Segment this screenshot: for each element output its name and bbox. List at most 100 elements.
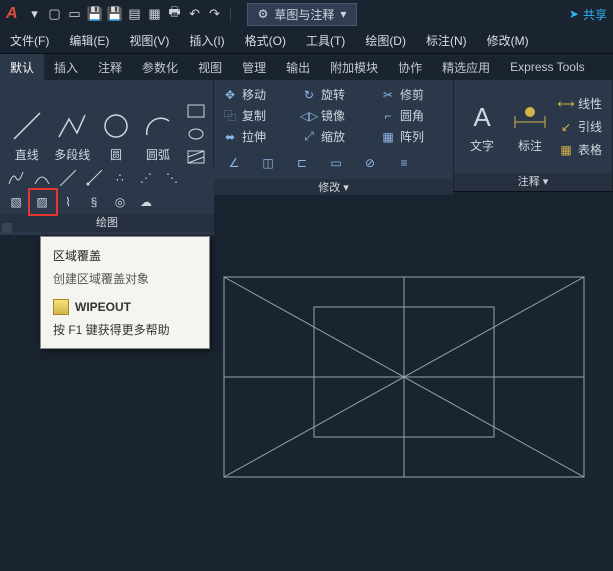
scale-icon: ⤢ [301,129,317,145]
ribbon-tab-bar: 默认 插入 注释 参数化 视图 管理 输出 附加模块 协作 精选应用 Expre… [0,54,613,80]
spline-cv-icon[interactable] [34,170,50,186]
stretch-icon: ⬌ [222,129,238,145]
open-file-icon[interactable]: ▭ [66,5,84,23]
move-button[interactable]: ✥移动 [222,86,287,103]
circle-button[interactable]: 圆 [99,108,133,163]
chevron-down-icon: ▾ [340,7,346,21]
tab-manage[interactable]: 管理 [232,54,276,80]
tab-featured[interactable]: 精选应用 [432,54,500,80]
break-icon[interactable]: ⊘ [358,153,382,173]
stretch-button[interactable]: ⬌拉伸 [222,128,287,145]
saveas-icon[interactable]: 💾 [106,5,124,23]
line-button[interactable]: 直线 [8,108,46,163]
fillet-button[interactable]: ⌐圆角 [380,107,445,124]
quick-access-toolbar: A ▾ ▢ ▭ 💾 💾 ▤ ▦ 🖶 ↶ ↷ ⚙ 草图与注释 ▾ ➤ 共享 [0,0,613,28]
workspace-selector[interactable]: ⚙ 草图与注释 ▾ [247,3,358,26]
donut-icon[interactable]: ◎ [112,194,128,210]
share-button[interactable]: ➤ 共享 [569,6,607,23]
ray-icon[interactable] [86,170,102,186]
table-button[interactable]: ▦表格 [558,141,602,158]
xline-icon[interactable] [60,170,76,186]
menu-view[interactable]: 视图(V) [129,32,169,49]
join-icon[interactable]: ≡ [392,153,416,173]
tab-addins[interactable]: 附加模块 [320,54,388,80]
menu-edit[interactable]: 编辑(E) [69,32,109,49]
leader-icon: ↙ [558,119,574,135]
ellipse-icon[interactable] [187,127,205,144]
workspace-label: 草图与注释 [274,6,334,23]
hatch-icon[interactable] [187,150,205,167]
drawing-canvas[interactable] [214,272,594,492]
polyline-button[interactable]: 多段线 [54,108,92,163]
arc-button[interactable]: 圆弧 [141,108,175,163]
scale-button[interactable]: ⤢缩放 [301,128,366,145]
offset-icon[interactable]: ⊏ [290,153,314,173]
leader-label: 引线 [578,118,602,135]
gear-icon: ⚙ [258,7,269,21]
scale-label: 缩放 [321,128,345,145]
undo-icon[interactable]: ↶ [186,5,204,23]
rectangle-icon[interactable] [187,104,205,121]
text-button[interactable]: A 文字 [462,99,502,154]
arc-label: 圆弧 [146,146,170,163]
table-label: 表格 [578,141,602,158]
panel-modify-title[interactable]: 修改 ▾ [214,179,453,195]
explode-icon[interactable]: ◫ [256,153,280,173]
tab-output[interactable]: 输出 [276,54,320,80]
measure-icon[interactable]: ⋱ [164,170,180,186]
copy-button[interactable]: ⿻复制 [222,107,287,124]
tab-insert[interactable]: 插入 [44,54,88,80]
new-file-icon[interactable]: ▢ [46,5,64,23]
menu-format[interactable]: 格式(O) [245,32,286,49]
tab-express[interactable]: Express Tools [500,54,594,80]
revcloud-icon[interactable]: ☁ [138,194,154,210]
rotate-label: 旋转 [321,86,345,103]
rotate-button[interactable]: ↻旋转 [301,86,366,103]
3dpolyline-icon[interactable]: ⌇ [60,194,76,210]
tab-parametric[interactable]: 参数化 [132,54,188,80]
save-icon[interactable]: 💾 [86,5,104,23]
tooltip-wipeout: 区域覆盖 创建区域覆盖对象 WIPEOUT 按 F1 键获得更多帮助 [40,236,210,349]
arc-icon [140,108,176,144]
line-label: 直线 [15,146,39,163]
text-label: 文字 [470,137,494,154]
divide-icon[interactable]: ⋰ [138,170,154,186]
point-multi-icon[interactable]: ∴ [112,170,128,186]
panel-annot-title[interactable]: 注释 ▾ [454,173,612,191]
menu-insert[interactable]: 插入(I) [189,32,224,49]
erase-icon[interactable]: ∠ [222,153,246,173]
redo-icon[interactable]: ↷ [206,5,224,23]
menu-tools[interactable]: 工具(T) [306,32,345,49]
linear-dim-button[interactable]: ⟷线性 [558,95,602,112]
array-icon: ▦ [380,129,396,145]
align-icon[interactable]: ▭ [324,153,348,173]
tab-view[interactable]: 视图 [188,54,232,80]
tab-collaborate[interactable]: 协作 [388,54,432,80]
leader-button[interactable]: ↙引线 [558,118,602,135]
tooltip-command-row: WIPEOUT [53,299,197,315]
web-open-icon[interactable]: ▤ [126,5,144,23]
web-save-icon[interactable]: ▦ [146,5,164,23]
menu-draw[interactable]: 绘图(D) [365,32,406,49]
menu-file[interactable]: 文件(F) [10,32,49,49]
dimension-button[interactable]: 标注 [510,99,550,154]
trim-button[interactable]: ✂修剪 [380,86,445,103]
array-button[interactable]: ▦阵列 [380,128,445,145]
tab-default[interactable]: 默认 [0,54,44,80]
trim-label: 修剪 [400,86,424,103]
mirror-button[interactable]: ◁▷镜像 [301,107,366,124]
panel-draw-title[interactable]: 绘图 [0,214,214,232]
menu-dropdown-icon[interactable]: ▾ [26,5,44,23]
fillet-icon: ⌐ [380,108,396,124]
helix-icon[interactable]: § [86,194,102,210]
draw-small-column [187,104,205,167]
region-icon[interactable]: ▧ [8,194,24,210]
spline-fit-icon[interactable] [8,170,24,186]
copy-label: 复制 [242,107,266,124]
menu-modify[interactable]: 修改(M) [487,32,529,49]
copy-icon: ⿻ [222,108,238,124]
panel-grab-handle[interactable] [2,223,12,233]
print-icon[interactable]: 🖶 [166,5,184,23]
menu-dimension[interactable]: 标注(N) [426,32,467,49]
tab-annotate[interactable]: 注释 [88,54,132,80]
